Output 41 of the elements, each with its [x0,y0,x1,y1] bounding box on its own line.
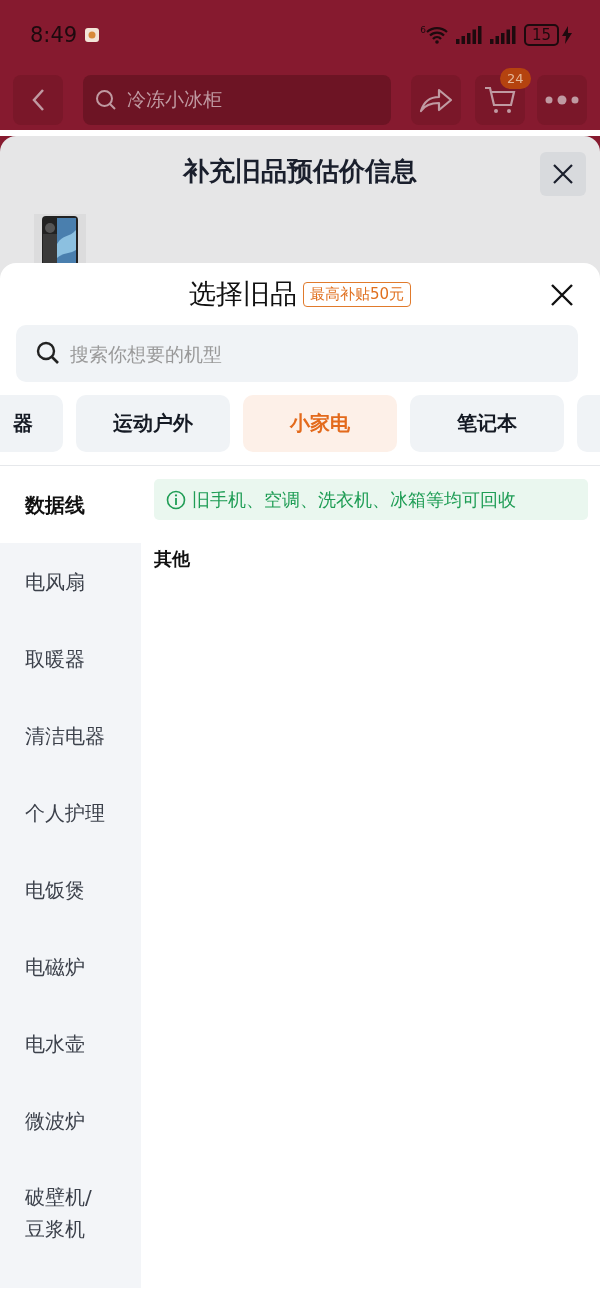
cart-count-badge: 24 [500,68,531,89]
sidebar-item[interactable]: 电风扇 [0,543,141,620]
wifi-icon [425,26,448,44]
cart-icon [484,85,516,115]
picker-title: 选择旧品 [188,277,297,311]
sidebar-item[interactable]: 电水壶 [0,1005,141,1082]
battery-level: 15 [523,24,559,46]
category-tab[interactable]: 器 [0,395,63,452]
recycle-notice: 旧手机、空调、洗衣机、冰箱等均可回收 [154,479,588,520]
subsidy-badge: 最高补贴50元 [302,281,412,307]
signal-icon [455,26,482,44]
back-chevron-icon [31,88,45,112]
more-button[interactable] [537,75,587,125]
app-notification-icon [85,28,100,42]
search-field[interactable]: 冷冻小冰柜 [83,75,391,125]
sidebar-item[interactable]: 数据线 [0,466,141,543]
sidebar-item[interactable]: 电磁炉 [0,928,141,1005]
close-icon[interactable] [550,283,574,307]
search-icon [95,89,117,111]
close-button[interactable] [540,152,586,196]
sidebar-item[interactable]: 微波炉 [0,1082,141,1159]
category-tab[interactable]: 笔记本 [410,395,564,452]
sidebar-item[interactable]: 取暖器 [0,620,141,697]
back-button[interactable] [13,75,63,125]
category-tab[interactable]: 运动户外 [76,395,230,452]
close-icon [553,164,573,184]
clock-time: 8:49 [30,23,78,47]
share-button[interactable] [411,75,461,125]
sidebar-item[interactable]: 电饭煲 [0,851,141,928]
sidebar-item[interactable]: 个人护理 [0,774,141,851]
search-icon [36,341,60,365]
more-dots-icon [545,95,579,105]
signal-icon [489,26,516,44]
sidebar-item[interactable]: 破壁机/ 豆浆机 [0,1159,141,1267]
wifi-label: 6 [420,26,426,35]
search-field[interactable]: 搜索你想要的机型 [16,325,578,382]
info-icon [166,489,186,510]
sheet-title: 补充旧品预估价信息 [183,155,417,188]
share-arrow-icon [419,87,453,113]
section-title: 其他 [154,547,190,571]
sidebar-item[interactable]: 清洁电器 [0,697,141,774]
